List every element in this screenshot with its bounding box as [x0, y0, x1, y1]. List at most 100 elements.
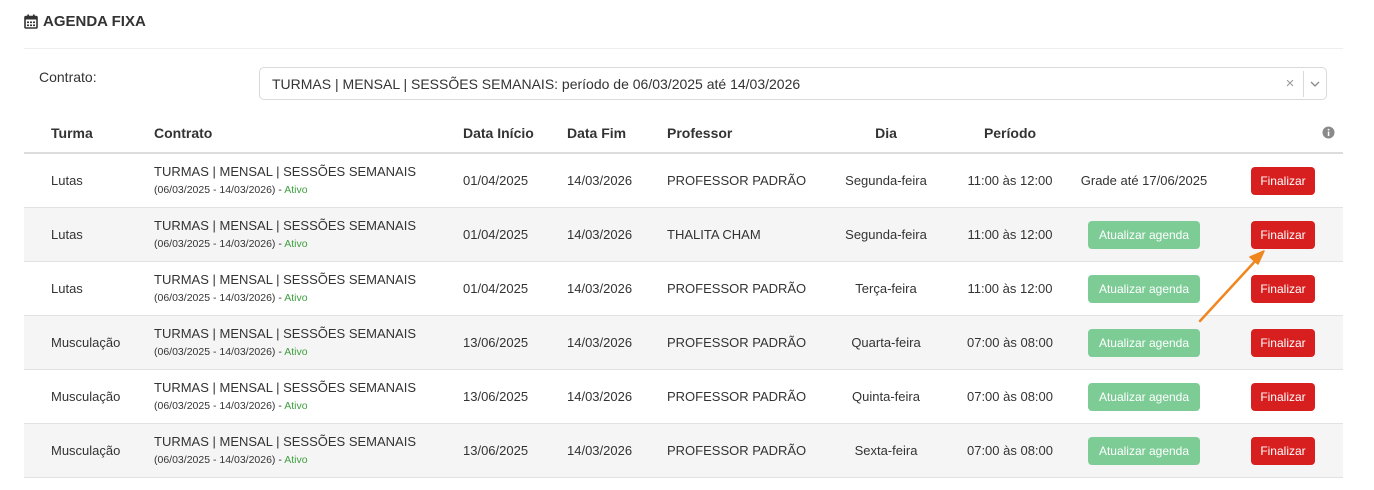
contract-name: TURMAS | MENSAL | SESSÕES SEMANAIS	[154, 164, 416, 179]
agenda-table: Turma Contrato Data Início Data Fim Prof…	[24, 114, 1343, 478]
cell-dia: Quinta-feira	[817, 369, 955, 424]
contract-dates: (06/03/2025 - 14/03/2026) -	[154, 454, 282, 466]
header-data-fim: Data Fim	[567, 114, 667, 154]
contract-period: (06/03/2025 - 14/03/2026) - Ativo	[154, 345, 463, 359]
cell-periodo: 11:00 às 12:00	[955, 261, 1065, 316]
cell-professor: THALITA CHAM	[667, 207, 817, 262]
update-agenda-button[interactable]: Atualizar agenda	[1088, 220, 1200, 249]
calendar-icon	[24, 14, 38, 29]
cell-finalize: Finalizar	[1223, 423, 1343, 478]
cell-data-inicio: 01/04/2025	[463, 153, 567, 208]
table-row: Lutas TURMAS | MENSAL | SESSÕES SEMANAIS (…	[24, 153, 1343, 208]
header-periodo: Período	[955, 114, 1065, 154]
contract-dates: (06/03/2025 - 14/03/2026) -	[154, 346, 282, 358]
header-professor: Professor	[667, 114, 817, 154]
contract-period: (06/03/2025 - 14/03/2026) - Ativo	[154, 183, 463, 197]
cell-professor: PROFESSOR PADRÃO	[667, 423, 817, 478]
contract-select-value: TURMAS | MENSAL | SESSÕES SEMANAIS: perí…	[272, 75, 801, 92]
clear-icon[interactable]: ×	[1281, 75, 1299, 92]
finalize-button[interactable]: Finalizar	[1251, 166, 1315, 195]
cell-turma: Musculação	[24, 315, 151, 370]
cell-dia: Segunda-feira	[817, 153, 955, 208]
table-header-row: Turma Contrato Data Início Data Fim Prof…	[24, 114, 1343, 154]
cell-action: Atualizar agenda	[1065, 369, 1223, 424]
status-badge: Ativo	[284, 400, 308, 412]
status-badge: Ativo	[284, 454, 308, 466]
cell-contrato: TURMAS | MENSAL | SESSÕES SEMANAIS (06/03…	[151, 153, 463, 208]
cell-contrato: TURMAS | MENSAL | SESSÕES SEMANAIS (06/03…	[151, 261, 463, 316]
contract-dates: (06/03/2025 - 14/03/2026) -	[154, 292, 282, 304]
status-badge: Ativo	[284, 184, 308, 196]
cell-data-inicio: 13/06/2025	[463, 315, 567, 370]
contract-period: (06/03/2025 - 14/03/2026) - Ativo	[154, 291, 463, 305]
finalize-button[interactable]: Finalizar	[1251, 220, 1315, 249]
cell-data-inicio: 13/06/2025	[463, 369, 567, 424]
page-title: AGENDA FIXA	[24, 11, 146, 31]
header-turma: Turma	[24, 114, 151, 154]
contract-name: TURMAS | MENSAL | SESSÕES SEMANAIS	[154, 326, 416, 341]
page-title-text: AGENDA FIXA	[43, 12, 146, 30]
cell-action: Atualizar agenda	[1065, 207, 1223, 262]
cell-finalize: Finalizar	[1223, 261, 1343, 316]
cell-data-fim: 14/03/2026	[567, 261, 667, 316]
header-data-inicio: Data Início	[463, 114, 567, 154]
info-icon[interactable]	[1322, 126, 1335, 142]
contract-select[interactable]: TURMAS | MENSAL | SESSÕES SEMANAIS: perí…	[259, 67, 1327, 100]
finalize-button[interactable]: Finalizar	[1251, 328, 1315, 357]
table-row: Musculação TURMAS | MENSAL | SESSÕES SEMA…	[24, 315, 1343, 370]
cell-dia: Segunda-feira	[817, 207, 955, 262]
contract-dates: (06/03/2025 - 14/03/2026) -	[154, 400, 282, 412]
cell-data-fim: 14/03/2026	[567, 315, 667, 370]
cell-action: Atualizar agenda	[1065, 261, 1223, 316]
cell-finalize: Finalizar	[1223, 315, 1343, 370]
cell-periodo: 07:00 às 08:00	[955, 315, 1065, 370]
cell-dia: Sexta-feira	[817, 423, 955, 478]
chevron-down-icon[interactable]	[1304, 81, 1326, 87]
update-agenda-button[interactable]: Atualizar agenda	[1088, 436, 1200, 465]
table-row: Musculação TURMAS | MENSAL | SESSÕES SEMA…	[24, 369, 1343, 424]
cell-professor: PROFESSOR PADRÃO	[667, 261, 817, 316]
cell-contrato: TURMAS | MENSAL | SESSÕES SEMANAIS (06/03…	[151, 369, 463, 424]
update-agenda-button[interactable]: Atualizar agenda	[1088, 274, 1200, 303]
cell-professor: PROFESSOR PADRÃO	[667, 315, 817, 370]
cell-turma: Musculação	[24, 369, 151, 424]
cell-turma: Musculação	[24, 423, 151, 478]
cell-finalize: Finalizar	[1223, 369, 1343, 424]
status-badge: Ativo	[284, 346, 308, 358]
table-row: Lutas TURMAS | MENSAL | SESSÕES SEMANAIS (…	[24, 261, 1343, 316]
contract-filter-label: Contrato:	[39, 69, 97, 85]
cell-finalize: Finalizar	[1223, 207, 1343, 262]
table-row: Lutas TURMAS | MENSAL | SESSÕES SEMANAIS (…	[24, 207, 1343, 262]
contract-period: (06/03/2025 - 14/03/2026) - Ativo	[154, 237, 463, 251]
cell-data-fim: 14/03/2026	[567, 369, 667, 424]
status-badge: Ativo	[284, 292, 308, 304]
cell-contrato: TURMAS | MENSAL | SESSÕES SEMANAIS (06/03…	[151, 315, 463, 370]
finalize-button[interactable]: Finalizar	[1251, 382, 1315, 411]
update-agenda-button[interactable]: Atualizar agenda	[1088, 382, 1200, 411]
header-contrato: Contrato	[151, 114, 463, 154]
status-badge: Ativo	[284, 238, 308, 250]
header-blank	[1065, 114, 1223, 154]
cell-periodo: 07:00 às 08:00	[955, 369, 1065, 424]
finalize-button[interactable]: Finalizar	[1251, 436, 1315, 465]
finalize-button[interactable]: Finalizar	[1251, 274, 1315, 303]
contract-name: TURMAS | MENSAL | SESSÕES SEMANAIS	[154, 434, 416, 449]
contract-period: (06/03/2025 - 14/03/2026) - Ativo	[154, 399, 463, 413]
cell-contrato: TURMAS | MENSAL | SESSÕES SEMANAIS (06/03…	[151, 423, 463, 478]
cell-turma: Lutas	[24, 153, 151, 208]
cell-data-inicio: 01/04/2025	[463, 207, 567, 262]
cell-data-fim: 14/03/2026	[567, 423, 667, 478]
grade-until-text: Grade até 17/06/2025	[1080, 173, 1208, 188]
cell-periodo: 11:00 às 12:00	[955, 153, 1065, 208]
cell-turma: Lutas	[24, 261, 151, 316]
cell-professor: PROFESSOR PADRÃO	[667, 369, 817, 424]
cell-data-inicio: 01/04/2025	[463, 261, 567, 316]
cell-action: Atualizar agenda	[1065, 315, 1223, 370]
contract-name: TURMAS | MENSAL | SESSÕES SEMANAIS	[154, 218, 416, 233]
cell-periodo: 07:00 às 08:00	[955, 423, 1065, 478]
cell-action: Atualizar agenda	[1065, 423, 1223, 478]
cell-data-inicio: 13/06/2025	[463, 423, 567, 478]
header-dia: Dia	[817, 114, 955, 154]
update-agenda-button[interactable]: Atualizar agenda	[1088, 328, 1200, 357]
contract-period: (06/03/2025 - 14/03/2026) - Ativo	[154, 453, 463, 467]
